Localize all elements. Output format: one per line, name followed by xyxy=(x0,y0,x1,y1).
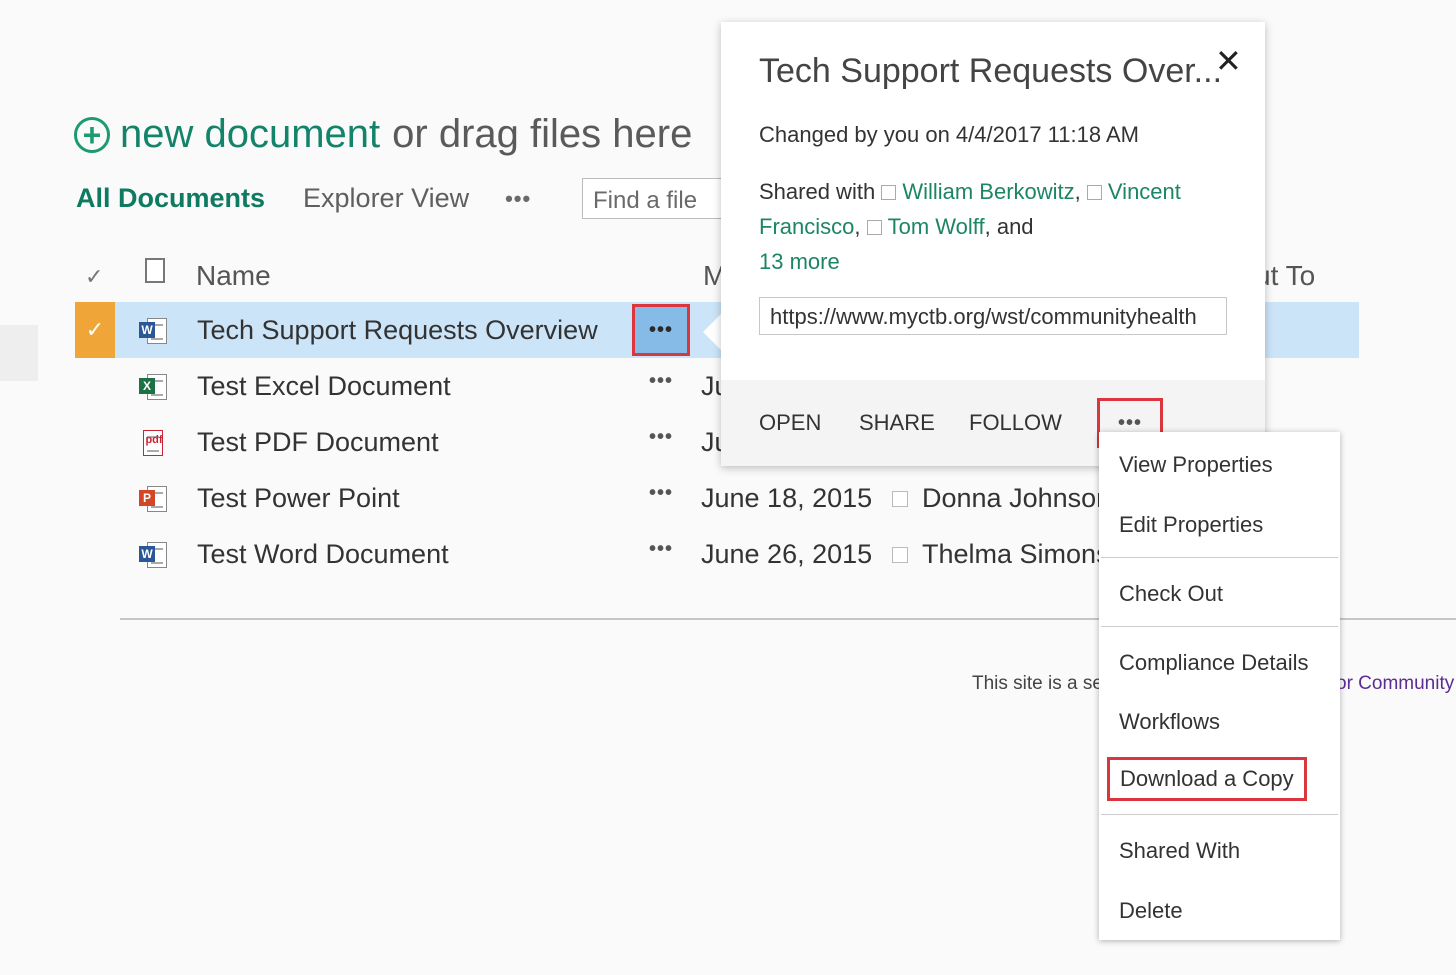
footer-text: This site is a ser xyxy=(972,673,1110,694)
callout-title: Tech Support Requests Over... xyxy=(759,52,1223,90)
open-button[interactable]: OPEN xyxy=(759,410,821,436)
menu-separator xyxy=(1101,626,1338,627)
menu-item-shared-with[interactable]: Shared With xyxy=(1119,838,1240,864)
document-library-page: + new document or drag files here All Do… xyxy=(0,0,1456,975)
menu-item-view-properties[interactable]: View Properties xyxy=(1119,452,1273,478)
word-file-icon: W xyxy=(139,540,169,570)
file-name-link[interactable]: Test PDF Document xyxy=(197,427,439,458)
row-more-button[interactable]: ••• xyxy=(649,538,673,561)
menu-item-compliance-details[interactable]: Compliance Details xyxy=(1119,650,1309,676)
new-document-bar: + new document or drag files here xyxy=(74,112,692,157)
follow-button[interactable]: FOLLOW xyxy=(969,410,1062,436)
new-document-link[interactable]: new document xyxy=(120,112,380,157)
presence-icon xyxy=(881,185,897,200)
find-file-input[interactable]: Find a file xyxy=(582,178,742,219)
document-url-field[interactable]: https://www.myctb.org/wst/communityhealt… xyxy=(759,297,1227,335)
menu-item-delete[interactable]: Delete xyxy=(1119,898,1183,924)
presence-icon xyxy=(1086,185,1102,200)
excel-file-icon: X xyxy=(139,372,169,402)
file-name-link[interactable]: Test Word Document xyxy=(197,539,449,570)
more-actions-menu: View Properties Edit Properties Check Ou… xyxy=(1099,432,1340,940)
select-all-check-icon[interactable]: ✓ xyxy=(85,264,103,290)
presence-icon xyxy=(892,490,908,507)
left-nav-stub xyxy=(0,325,38,381)
file-type-header-icon xyxy=(145,258,165,283)
powerpoint-file-icon: P xyxy=(139,484,169,514)
menu-separator xyxy=(1101,557,1338,558)
footer-link[interactable]: or Community xyxy=(1336,673,1454,695)
changed-info: Changed by you on 4/4/2017 11:18 AM xyxy=(759,122,1139,147)
shared-person-link[interactable]: Tom Wolff xyxy=(888,214,985,239)
share-button[interactable]: SHARE xyxy=(859,410,935,436)
presence-icon xyxy=(892,546,908,563)
pdf-file-icon: pdf xyxy=(139,428,169,458)
view-explorer[interactable]: Explorer View xyxy=(303,183,469,214)
row-more-button[interactable]: ••• xyxy=(649,370,673,393)
shared-person-link[interactable]: William Berkowitz xyxy=(902,179,1074,204)
and-text: and xyxy=(996,214,1034,239)
column-name[interactable]: Name xyxy=(196,260,271,292)
menu-item-download-a-copy[interactable]: Download a Copy xyxy=(1107,757,1307,801)
user-name[interactable]: Donna Johnson xyxy=(922,483,1111,514)
view-all-documents[interactable]: All Documents xyxy=(76,183,265,214)
word-file-icon: W xyxy=(139,316,169,346)
file-name-link[interactable]: Test Excel Document xyxy=(197,371,451,402)
shared-with-label: Shared with xyxy=(759,179,876,204)
file-name-link[interactable]: Test Power Point xyxy=(197,483,400,514)
row-more-button[interactable]: ••• xyxy=(632,304,690,356)
row-selected-check-icon[interactable]: ✓ xyxy=(75,302,115,358)
shared-more-link[interactable]: 13 more xyxy=(759,249,840,274)
menu-item-workflows[interactable]: Workflows xyxy=(1119,709,1220,735)
presence-icon xyxy=(866,220,882,235)
close-icon[interactable]: ✕ xyxy=(1215,42,1242,80)
shared-with-info: Shared with William Berkowitz, Vincent F… xyxy=(759,179,1181,274)
drag-files-hint: or drag files here xyxy=(392,112,693,156)
add-circle-icon[interactable]: + xyxy=(74,116,110,153)
user-name[interactable]: Thelma Simons xyxy=(922,539,1110,570)
file-name-link[interactable]: Tech Support Requests Overview xyxy=(197,315,598,346)
menu-item-edit-properties[interactable]: Edit Properties xyxy=(1119,512,1263,538)
row-more-button[interactable]: ••• xyxy=(649,426,673,449)
callout-pointer xyxy=(703,312,723,352)
menu-separator xyxy=(1101,814,1338,815)
modified-by[interactable]: Donna Johnson xyxy=(892,483,1111,514)
document-callout: Tech Support Requests Over... ✕ Changed … xyxy=(721,22,1265,466)
modified-date: June 18, 2015 xyxy=(701,483,873,513)
modified-date: June 26, 2015 xyxy=(701,539,873,569)
menu-item-check-out[interactable]: Check Out xyxy=(1119,581,1223,607)
modified-by[interactable]: Thelma Simons xyxy=(892,539,1110,570)
views-more-button[interactable]: ••• xyxy=(505,186,531,212)
view-switcher: All Documents Explorer View ••• xyxy=(76,183,531,214)
row-more-button[interactable]: ••• xyxy=(649,482,673,505)
